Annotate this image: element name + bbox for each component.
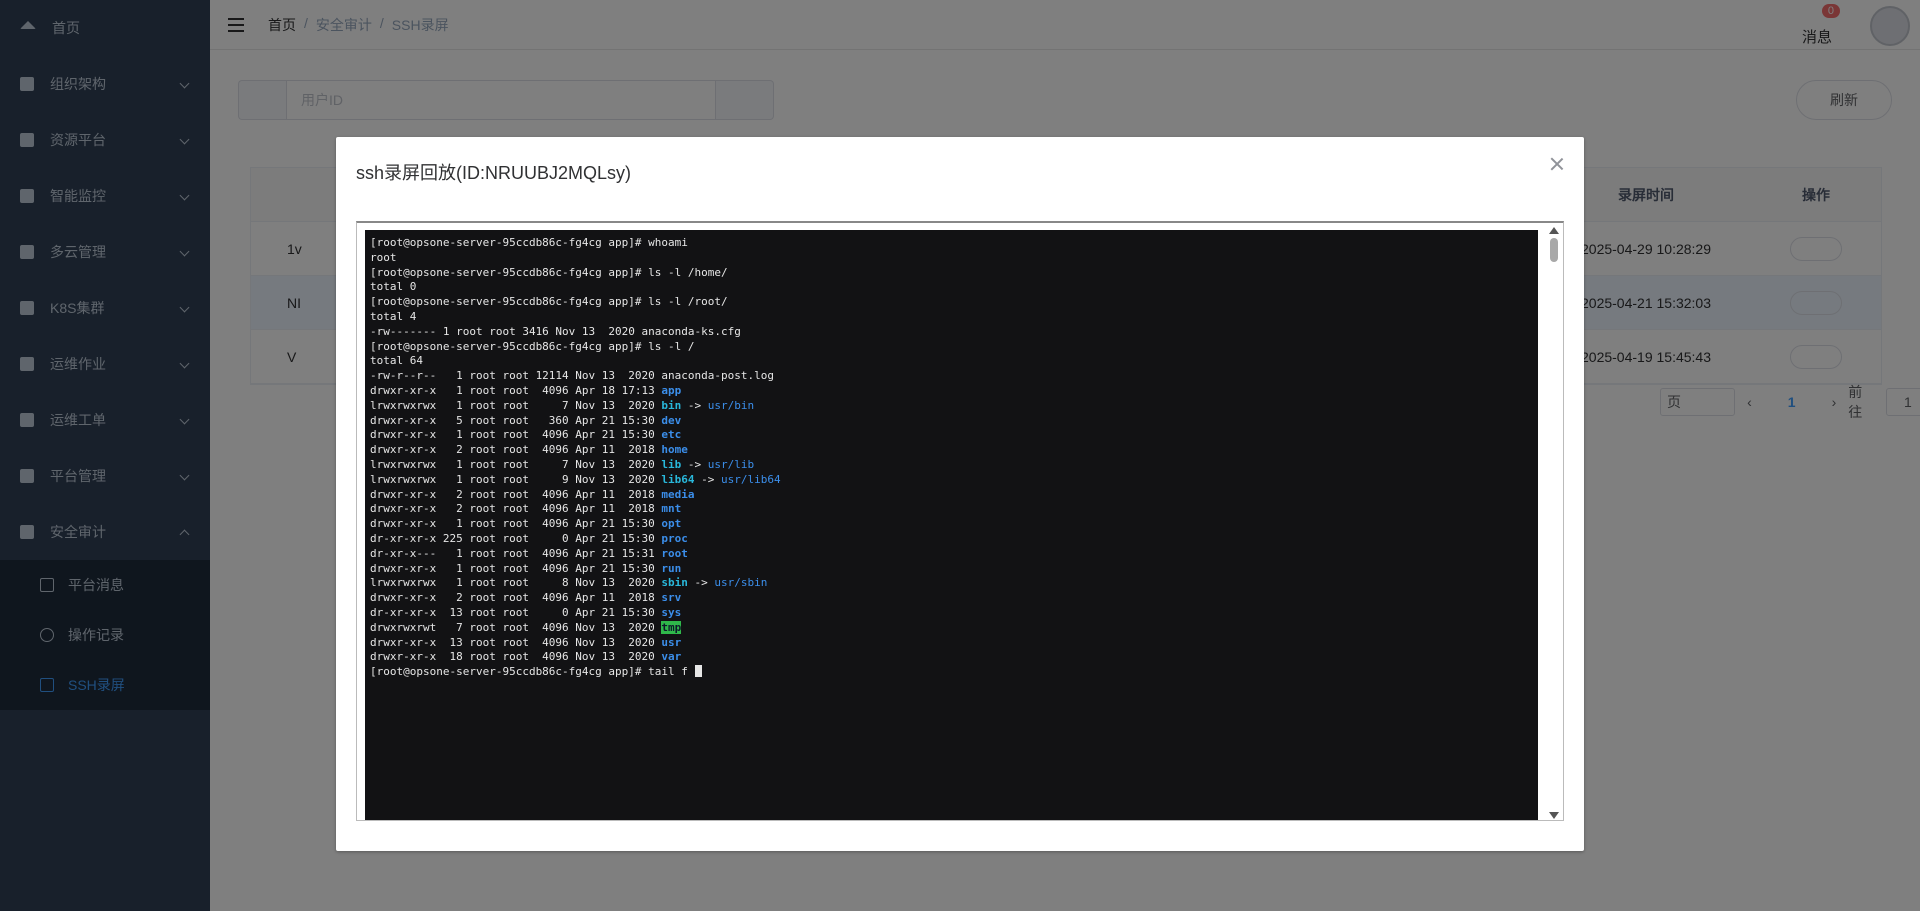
terminal-screen[interactable]: [root@opsone-server-95ccdb86c-fg4cg app]… (365, 230, 1538, 820)
terminal-cursor (694, 665, 702, 678)
terminal-line: lrwxrwxrwx 1 root root 8 Nov 13 2020 sbi… (370, 576, 768, 590)
terminal-line: dr-xr-xr-x 225 root root 0 Apr 21 15:30 … (370, 531, 688, 545)
file-name: bin (661, 398, 682, 412)
file-name: proc (661, 531, 688, 545)
file-name: run (661, 561, 682, 575)
terminal-output: [root@opsone-server-95ccdb86c-fg4cg app]… (370, 236, 1533, 680)
file-name: app (661, 383, 682, 397)
terminal-line: total 64 (370, 354, 423, 368)
file-name: home (661, 443, 688, 457)
terminal-line: lrwxrwxrwx 1 root root 7 Nov 13 2020 bin… (370, 398, 755, 412)
scroll-up-icon[interactable] (1549, 227, 1559, 234)
terminal-line: drwxr-xr-x 1 root root 4096 Apr 21 15:30… (370, 561, 682, 575)
dialog-title: ssh录屏回放(ID:NRUUBJ2MQLsy) (356, 163, 632, 183)
terminal-player[interactable]: [root@opsone-server-95ccdb86c-fg4cg app]… (356, 221, 1564, 821)
terminal-line: drwxr-xr-x 1 root root 4096 Apr 18 17:13… (370, 383, 682, 397)
terminal-scrollbar[interactable] (1547, 227, 1561, 819)
terminal-line: lrwxrwxrwx 1 root root 7 Nov 13 2020 lib… (370, 457, 755, 471)
link-target: usr/bin (707, 398, 755, 412)
terminal-line: drwxr-xr-x 1 root root 4096 Apr 21 15:30… (370, 428, 682, 442)
terminal-line: root (370, 250, 397, 264)
scroll-thumb[interactable] (1550, 238, 1558, 262)
terminal-line: -rw------- 1 root root 3416 Nov 13 2020 … (370, 324, 741, 338)
terminal-line: drwxr-xr-x 1 root root 4096 Apr 21 15:30… (370, 517, 682, 531)
file-name: srv (661, 591, 682, 605)
terminal-line: [root@opsone-server-95ccdb86c-fg4cg app]… (370, 295, 728, 309)
terminal-line: -rw-r--r-- 1 root root 12114 Nov 13 2020… (370, 369, 774, 383)
file-name: opt (661, 517, 682, 531)
terminal-line: drwxr-xr-x 18 root root 4096 Nov 13 2020… (370, 650, 682, 664)
file-name: tmp (661, 620, 682, 634)
file-name: var (661, 650, 682, 664)
ssh-replay-dialog: ssh录屏回放(ID:NRUUBJ2MQLsy) [root@opsone-se… (336, 137, 1584, 851)
file-name: mnt (661, 502, 682, 516)
file-name: sbin (661, 576, 688, 590)
link-target: usr/lib (707, 457, 755, 471)
terminal-line: drwxr-xr-x 13 root root 4096 Nov 13 2020… (370, 635, 682, 649)
terminal-line: drwxr-xr-x 2 root root 4096 Apr 11 2018 … (370, 443, 688, 457)
terminal-line: lrwxrwxrwx 1 root root 9 Nov 13 2020 lib… (370, 472, 781, 486)
link-target: usr/sbin (714, 576, 768, 590)
terminal-line: dr-xr-xr-x 13 root root 0 Apr 21 15:30 s… (370, 605, 682, 619)
terminal-line: drwxrwxrwt 7 root root 4096 Nov 13 2020 … (370, 620, 682, 634)
terminal-line: [root@opsone-server-95ccdb86c-fg4cg app]… (370, 265, 728, 279)
terminal-line: dr-xr-x--- 1 root root 4096 Apr 21 15:31… (370, 546, 688, 560)
terminal-line: total 0 (370, 280, 417, 294)
file-name: sys (661, 605, 682, 619)
close-icon[interactable] (1550, 157, 1564, 171)
terminal-line: drwxr-xr-x 5 root root 360 Apr 21 15:30 … (370, 413, 682, 427)
terminal-line: drwxr-xr-x 2 root root 4096 Apr 11 2018 … (370, 487, 695, 501)
scroll-down-icon[interactable] (1549, 812, 1559, 819)
file-name: lib64 (661, 472, 695, 486)
file-name: etc (661, 428, 682, 442)
file-name: lib (661, 457, 682, 471)
terminal-line: [root@opsone-server-95ccdb86c-fg4cg app]… (370, 665, 695, 679)
terminal-line: drwxr-xr-x 2 root root 4096 Apr 11 2018 … (370, 591, 682, 605)
file-name: dev (661, 413, 682, 427)
terminal-line: [root@opsone-server-95ccdb86c-fg4cg app]… (370, 236, 688, 249)
file-name: usr (661, 635, 682, 649)
terminal-line: drwxr-xr-x 2 root root 4096 Apr 11 2018 … (370, 502, 682, 516)
terminal-line: [root@opsone-server-95ccdb86c-fg4cg app]… (370, 339, 695, 353)
file-name: root (661, 546, 688, 560)
terminal-line: total 4 (370, 309, 417, 323)
link-target: usr/lib64 (721, 472, 781, 486)
file-name: media (661, 487, 695, 501)
